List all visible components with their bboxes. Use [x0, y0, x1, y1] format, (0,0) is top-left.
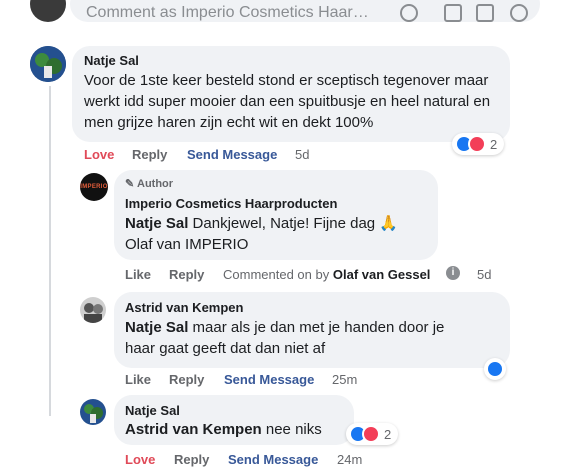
like-button[interactable]: Like — [125, 372, 151, 387]
thread-line — [49, 86, 51, 416]
reaction-count: 2 — [490, 136, 498, 152]
camera-icon[interactable] — [444, 4, 462, 22]
love-button[interactable]: Love — [125, 452, 155, 467]
comment-text: Natje Sal Dankjewel, Natje! Fijne dag 🙏 … — [125, 213, 429, 255]
reply-button[interactable]: Reply — [169, 372, 204, 387]
imperio-logo: IMPERIO — [80, 184, 108, 190]
composer-avatar — [30, 0, 66, 22]
love-button[interactable]: Love — [84, 147, 114, 162]
composer-placeholder: Comment as Imperio Cosmetics Haar… — [86, 4, 369, 21]
reply-button[interactable]: Reply — [174, 452, 209, 467]
like-reaction-icon — [486, 360, 504, 378]
avatar-photo — [80, 399, 106, 425]
comment-author[interactable]: Imperio Cosmetics Haarproducten — [125, 196, 337, 211]
reaction-count: 2 — [384, 426, 392, 442]
love-reaction-icon — [468, 135, 486, 153]
avatar[interactable] — [30, 46, 66, 82]
comment-author[interactable]: Astrid van Kempen — [125, 300, 243, 315]
send-message-button[interactable]: Send Message — [228, 452, 318, 467]
commenter-name[interactable]: Olaf van Gessel — [333, 267, 431, 282]
comment-text-line1: maar als je dan met je handen door je — [192, 319, 445, 336]
comment-timestamp[interactable]: 5d — [477, 267, 491, 282]
avatar[interactable] — [80, 297, 106, 323]
avatar[interactable] — [80, 399, 106, 425]
reaction-summary[interactable]: 2 — [346, 423, 399, 445]
comment-text: Voor de 1ste keer besteld stond er scept… — [84, 72, 491, 131]
gif-icon[interactable] — [476, 4, 494, 22]
reaction-summary[interactable]: 2 — [452, 133, 505, 155]
like-button[interactable]: Like — [125, 267, 151, 282]
pencil-icon: ✎ — [125, 178, 135, 190]
comment-author[interactable]: Natje Sal — [84, 53, 139, 68]
reply-button[interactable]: Reply — [132, 147, 167, 162]
comment-text: Astrid van Kempen nee niks — [125, 419, 322, 440]
author-badge-label: Author — [137, 178, 174, 190]
author-badge: ✎ Author — [125, 177, 173, 190]
comment-text-line1: Dankjewel, Natje! Fijne dag 🙏 — [192, 215, 398, 232]
comment-text-line2: Olaf van IMPERIO — [125, 236, 249, 253]
mention-link[interactable]: Astrid van Kempen — [125, 421, 262, 438]
send-message-button[interactable]: Send Message — [187, 147, 277, 162]
comment-text-line2: haar gaat geeft dat dan niet af — [125, 340, 326, 357]
page-avatar[interactable]: IMPERIO — [80, 173, 108, 201]
commented-on-by: Commented on by Olaf van Gessel — [223, 267, 430, 282]
sticker-icon[interactable] — [510, 4, 528, 22]
send-message-button[interactable]: Send Message — [224, 372, 314, 387]
comment-text: Natje Sal maar als je dan met je handen … — [125, 317, 505, 359]
avatar-photo — [30, 46, 66, 82]
comment-author[interactable]: Natje Sal — [125, 403, 180, 418]
info-icon[interactable]: i — [446, 266, 460, 280]
avatar-photo — [80, 297, 106, 323]
reply-button[interactable]: Reply — [169, 267, 204, 282]
comment-timestamp[interactable]: 25m — [332, 372, 357, 387]
comment-text-line1: nee niks — [265, 421, 322, 438]
comment-timestamp[interactable]: 5d — [295, 147, 309, 162]
reaction-summary[interactable] — [484, 358, 506, 380]
love-reaction-icon — [362, 425, 380, 443]
mention-link[interactable]: Natje Sal — [125, 215, 188, 232]
mention-link[interactable]: Natje Sal — [125, 319, 188, 336]
commented-on-by-label: Commented on by — [223, 267, 330, 282]
comment-timestamp[interactable]: 24m — [337, 452, 362, 467]
emoji-icon[interactable] — [400, 4, 418, 22]
